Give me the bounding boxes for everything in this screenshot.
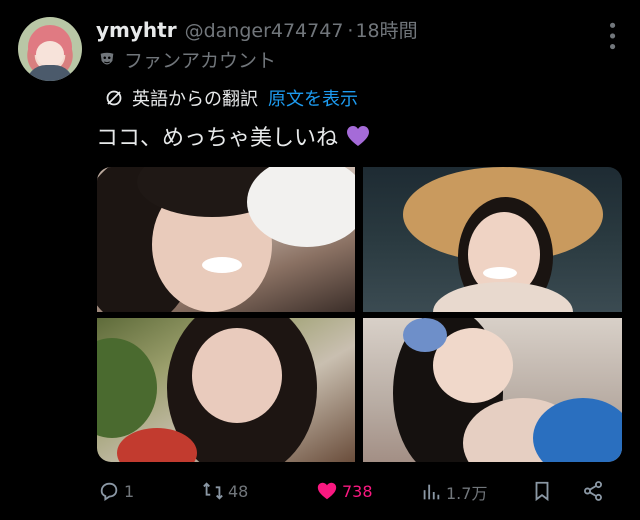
translation-row: 英語からの翻訳 原文を表示	[104, 85, 358, 111]
like-count: 738	[342, 481, 373, 501]
reply-icon	[100, 482, 118, 501]
share-icon	[584, 481, 602, 501]
view-count: 1.7万	[446, 484, 488, 503]
retweet-button[interactable]: 48	[202, 480, 248, 502]
media-photo-1[interactable]	[97, 167, 355, 312]
purple-heart-emoji-icon	[347, 126, 370, 146]
translation-label: 英語からの翻訳	[132, 89, 258, 110]
tweet-header: ymyhtr @danger474747 · 18時間	[96, 16, 418, 42]
reply-button[interactable]: 1	[98, 480, 134, 502]
bookmark-icon	[535, 481, 549, 502]
tweet-actions: 1 48 738 1.7万	[98, 480, 618, 510]
tweet-text: ココ、めっちゃ美しいね	[96, 126, 339, 151]
account-label: ファンアカウント	[124, 50, 277, 72]
media-photo-4[interactable]	[363, 318, 622, 462]
theater-mask-icon	[100, 52, 114, 64]
user-handle[interactable]: @danger474747	[185, 20, 344, 42]
tweet-text-row: ココ、めっちゃ美しいね	[96, 120, 370, 152]
like-button[interactable]: 738	[316, 480, 373, 502]
reply-count: 1	[124, 481, 135, 501]
bookmark-button[interactable]	[531, 480, 557, 502]
account-label-row: ファンアカウント	[98, 46, 276, 73]
share-button[interactable]	[582, 480, 608, 502]
more-options-icon[interactable]: •••	[601, 20, 622, 52]
separator-dot: ·	[347, 20, 354, 42]
display-name[interactable]: ymyhtr	[96, 18, 177, 42]
translate-icon	[106, 90, 122, 106]
retweet-count: 48	[228, 481, 249, 501]
views-chart-icon	[423, 484, 440, 500]
avatar[interactable]	[18, 17, 82, 81]
heart-filled-icon	[317, 482, 337, 500]
views-button[interactable]: 1.7万	[420, 480, 487, 504]
media-photo-2[interactable]	[363, 167, 622, 312]
timestamp[interactable]: 18時間	[355, 16, 417, 43]
media-grid	[97, 167, 622, 462]
retweet-icon	[203, 482, 223, 500]
media-photo-3[interactable]	[97, 318, 355, 462]
show-original-link[interactable]: 原文を表示	[268, 85, 358, 111]
